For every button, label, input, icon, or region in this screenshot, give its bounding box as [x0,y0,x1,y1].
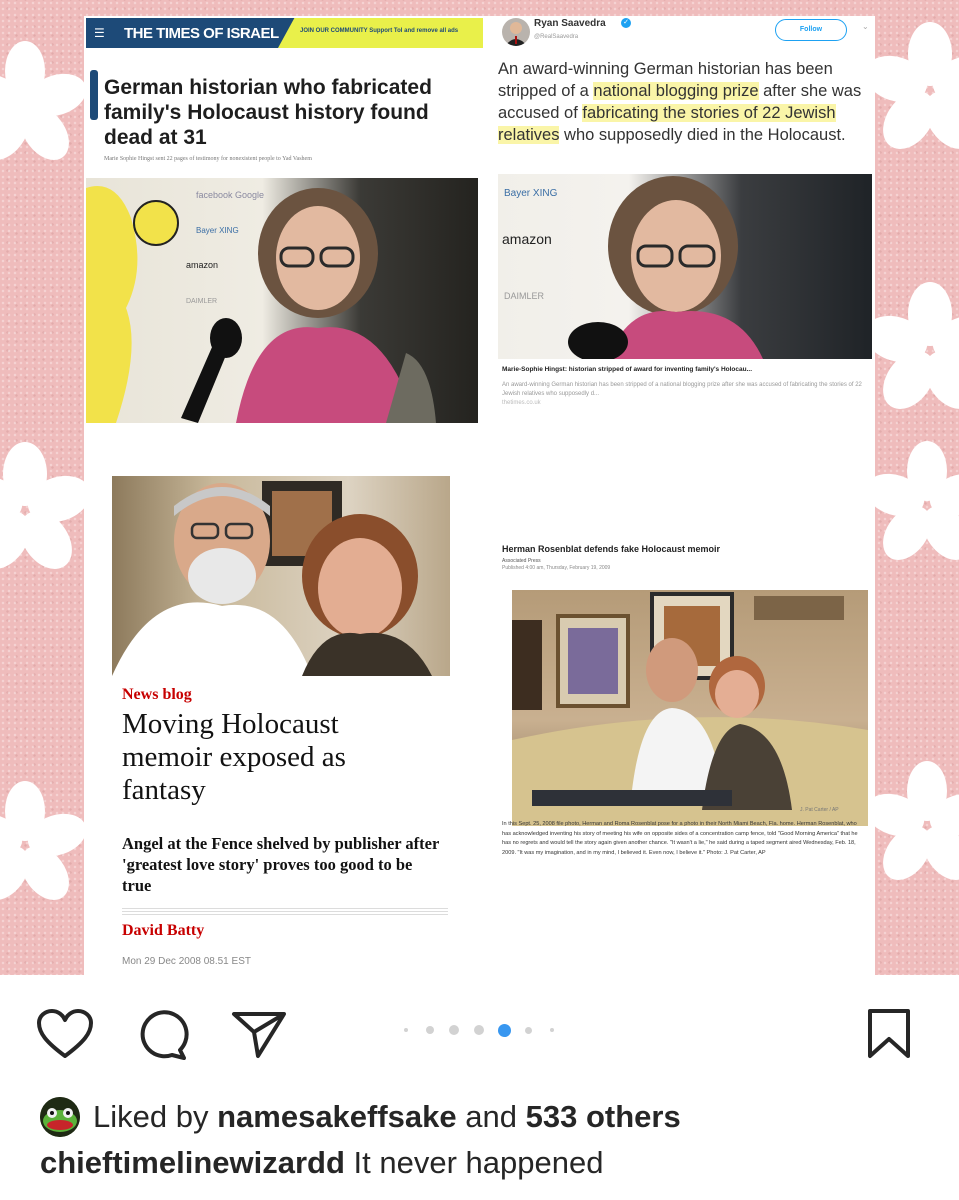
comment-icon[interactable] [134,1008,190,1062]
rosenblat-sofa-photo [512,590,868,826]
chevron-down-icon[interactable]: ⌄ [862,22,869,31]
guardian-panel: News blog Moving Holocaust memoir expose… [112,476,452,971]
couple-sofa-illustration [512,592,868,826]
tweet-panel: Ryan Saavedra ✓ @RealSaavedra Follow ⌄ A… [494,16,874,436]
ap-byline: Associated Press [502,558,541,564]
toi-header-bar: ☰ THE TIMES OF ISRAEL JOIN OUR COMMUNITY… [86,18,483,48]
ap-photo-credit: J. Pat Carter / AP [800,807,839,813]
carousel-indicator [404,1024,554,1037]
join-community-banner: JOIN OUR COMMUNITY Support ToI and remov… [278,18,483,48]
flower-decoration [0,442,91,569]
hingst-illustration: Bayer XING amazon DAIMLER [502,176,763,359]
liker-avatar[interactable] [40,1097,80,1137]
carousel-dot [550,1028,554,1032]
tweet-card-photo[interactable]: Bayer XING amazon DAIMLER [498,174,872,359]
heart-icon[interactable] [36,1008,94,1060]
follow-button[interactable]: Follow [775,19,847,41]
toi-headline: German historian who fabricated family's… [104,76,432,149]
ap-published-time: Published 4:00 am, Thursday, February 19… [502,565,611,571]
post-caption: chieftimelinewizardd It never happened [40,1145,603,1181]
paper-plane-icon[interactable] [230,1008,288,1060]
verified-badge-icon: ✓ [621,18,631,28]
carousel-dot [525,1027,532,1034]
toi-side-tag [90,70,98,120]
tweet-author-handle: @RealSaavedra [534,34,579,40]
tweet-author-name[interactable]: Ryan Saavedra [534,18,606,29]
avatar[interactable] [502,18,530,46]
likes-count[interactable]: 533 others [526,1099,681,1134]
divider [122,908,448,916]
liker-username[interactable]: namesakeffsake [217,1099,457,1134]
carousel-dot [404,1028,408,1032]
tweet-card-source: thetimes.co.uk [502,400,541,406]
tweet-text: An award-winning German historian has be… [498,60,862,144]
caption-username[interactable]: chieftimelinewizardd [40,1145,345,1180]
menu-icon: ☰ [94,26,105,40]
flower-decoration [865,441,959,560]
likes-summary: Liked by namesakeffsake and 533 others [93,1099,681,1134]
tweet-card-description: An award-winning German historian has be… [502,382,862,397]
toi-brand: THE TIMES OF ISRAEL [124,25,279,42]
post-image[interactable]: ☰ THE TIMES OF ISRAEL JOIN OUR COMMUNITY… [0,0,959,975]
highlight: national blogging prize [593,82,759,100]
carousel-dot [449,1025,459,1035]
guardian-headline: Moving Holocaust memoir exposed as fanta… [122,708,346,806]
ap-article-panel: Herman Rosenblat defends fake Holocaust … [500,544,868,919]
svg-text:DAIMLER: DAIMLER [186,298,217,305]
ap-title: Herman Rosenblat defends fake Holocaust … [502,544,721,554]
caption-text: It never happened [353,1145,604,1180]
flower-decoration [0,41,87,160]
svg-text:Bayer XING: Bayer XING [196,226,239,235]
svg-text:Bayer XING: Bayer XING [504,188,558,199]
guardian-kicker: News blog [122,686,192,703]
guardian-standfirst: Angel at the Fence shelved by publisher … [122,834,440,895]
flower-decoration [865,761,959,880]
carousel-dot-active [498,1024,511,1037]
svg-text:facebook Google: facebook Google [196,190,264,200]
svg-text:amazon: amazon [502,231,552,247]
news-collage: ☰ THE TIMES OF ISRAEL JOIN OUR COMMUNITY… [84,16,875,975]
ap-caption: In this Sept. 25, 2008 file photo, Herma… [502,821,858,856]
couple-illustration [112,481,432,676]
toi-subhead: Marie Sophie Hingst sent 22 pages of tes… [104,156,312,162]
svg-text:amazon: amazon [186,260,218,270]
carousel-dot [474,1025,484,1035]
guardian-date: Mon 29 Dec 2008 08.51 EST [122,956,251,967]
tweet-card-title[interactable]: Marie-Sophie Hingst: historian stripped … [502,366,872,373]
carousel-dot [426,1026,434,1034]
hingst-illustration: facebook Google Bayer XING amazon DAIMLE… [86,186,436,423]
svg-text:DAIMLER: DAIMLER [504,291,545,301]
hingst-photo: facebook Google Bayer XING amazon DAIMLE… [86,178,478,423]
guardian-author: David Batty [122,922,205,939]
rosenblat-couple-photo [112,476,450,676]
times-of-israel-panel: ☰ THE TIMES OF ISRAEL JOIN OUR COMMUNITY… [86,18,483,438]
flower-decoration [0,781,87,900]
bookmark-icon[interactable] [866,1008,912,1060]
